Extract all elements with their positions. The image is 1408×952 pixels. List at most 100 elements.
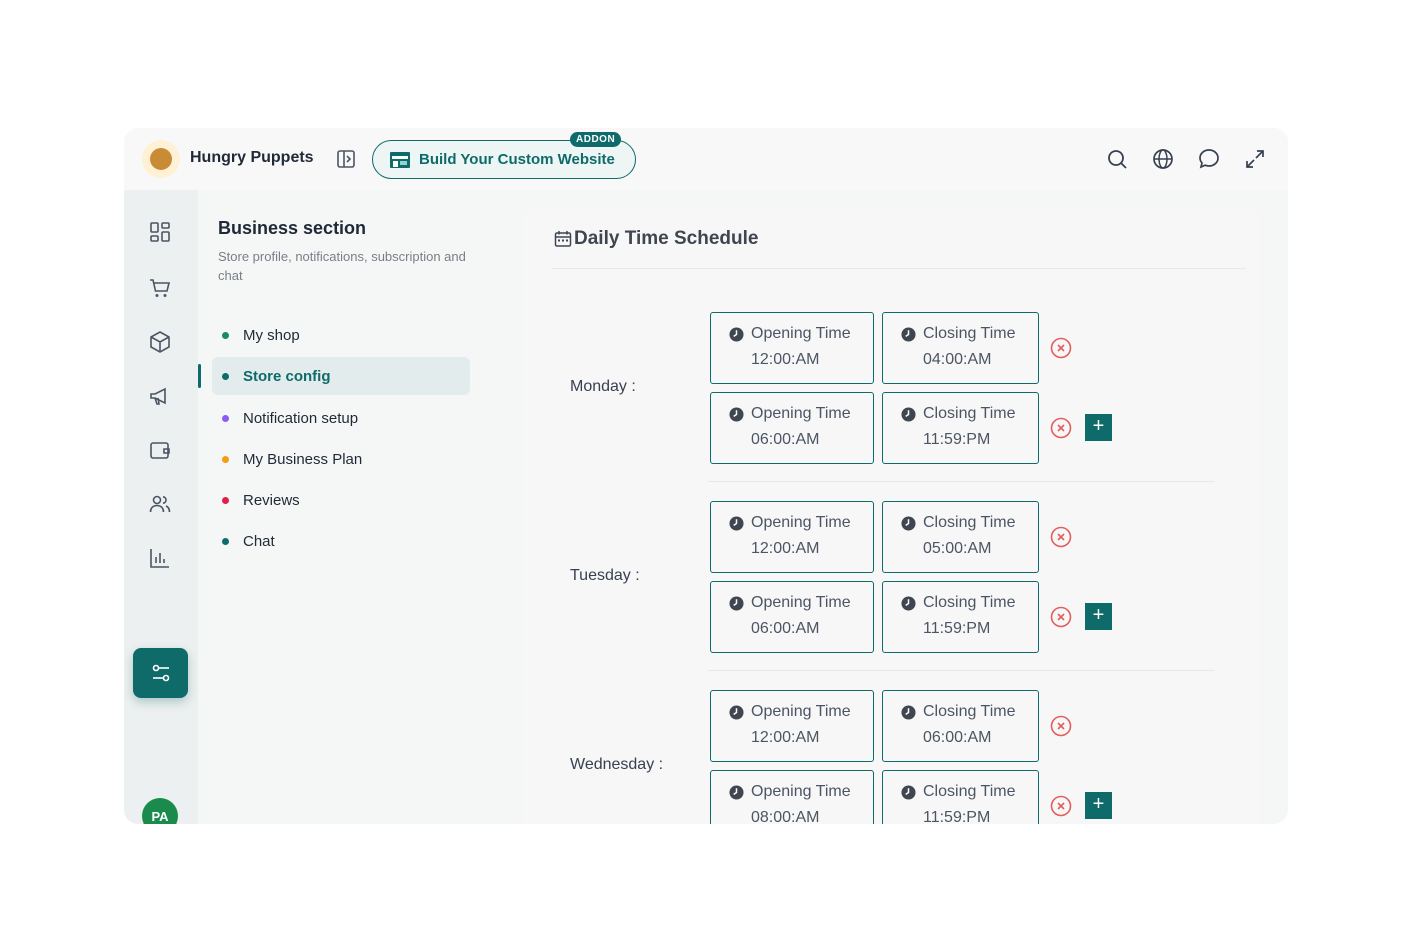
closing-time-picker[interactable]: Closing Time 05:00:AM: [882, 501, 1039, 573]
opening-time-label: Opening Time: [751, 783, 851, 800]
closing-time-label: Closing Time: [923, 514, 1016, 531]
opening-time-picker[interactable]: Opening Time 12:00:AM: [710, 690, 874, 762]
closing-time-value: 05:00:AM: [923, 540, 992, 557]
opening-time-picker[interactable]: Opening Time 08:00:AM: [710, 770, 874, 824]
day-divider: [708, 481, 1214, 482]
brand-name: Hungry Puppets: [190, 149, 314, 166]
day-label: Tuesday :: [570, 567, 640, 584]
storefront-icon: [390, 151, 410, 168]
closing-time-value: 11:59:PM: [923, 620, 991, 637]
opening-time-value: 12:00:AM: [751, 351, 820, 368]
closing-time-picker[interactable]: Closing Time 11:59:PM: [882, 581, 1039, 653]
clock-icon: [729, 704, 744, 720]
sidebar-toggle-icon[interactable]: [336, 149, 356, 169]
remove-slot-icon[interactable]: [1050, 606, 1072, 628]
users-icon[interactable]: [148, 492, 172, 516]
closing-time-value: 06:00:AM: [923, 729, 992, 746]
clock-icon: [729, 326, 744, 342]
clock-icon: [729, 406, 744, 422]
clock-icon: [729, 595, 744, 611]
day-label: Monday :: [570, 378, 636, 395]
menu-item-chat[interactable]: Chat: [212, 522, 470, 560]
opening-time-header: Opening Time: [729, 594, 851, 612]
clock-icon: [901, 326, 916, 342]
wallet-icon[interactable]: [148, 438, 172, 462]
search-icon[interactable]: [1106, 148, 1128, 170]
closing-time-header: Closing Time: [901, 405, 1015, 423]
app-window: Hungry Puppets Build Your Custom Website…: [124, 128, 1288, 824]
opening-time-value: 12:00:AM: [751, 540, 820, 557]
closing-time-picker[interactable]: Closing Time 04:00:AM: [882, 312, 1039, 384]
opening-time-label: Opening Time: [751, 325, 851, 342]
closing-time-header: Closing Time: [901, 325, 1015, 343]
chart-icon[interactable]: [148, 546, 172, 570]
closing-time-header: Closing Time: [901, 594, 1015, 612]
closing-time-label: Closing Time: [923, 325, 1016, 342]
opening-time-header: Opening Time: [729, 783, 851, 801]
clock-icon: [729, 784, 744, 800]
menu-item-label: Chat: [243, 532, 275, 550]
menu-item-business-plan[interactable]: My Business Plan: [212, 440, 470, 478]
opening-time-picker[interactable]: Opening Time 06:00:AM: [710, 581, 874, 653]
clock-icon: [901, 515, 916, 531]
menu-item-notification-setup[interactable]: Notification setup: [212, 399, 470, 437]
clock-icon: [729, 515, 744, 531]
cart-icon[interactable]: [148, 276, 172, 300]
opening-time-value: 06:00:AM: [751, 431, 820, 448]
add-slot-button[interactable]: +: [1085, 603, 1112, 630]
icon-sidebar: PA: [124, 190, 198, 824]
remove-slot-icon[interactable]: [1050, 715, 1072, 737]
opening-time-label: Opening Time: [751, 514, 851, 531]
menu-item-reviews[interactable]: Reviews: [212, 481, 470, 519]
clock-icon: [901, 704, 916, 720]
active-indicator: [198, 364, 201, 388]
menu-title: Business section: [218, 218, 367, 238]
settings-sliders-button[interactable]: [133, 648, 188, 698]
closing-time-value: 11:59:PM: [923, 809, 991, 824]
opening-time-header: Opening Time: [729, 405, 851, 423]
closing-time-picker[interactable]: Closing Time 11:59:PM: [882, 770, 1039, 824]
user-avatar[interactable]: PA: [142, 798, 178, 824]
business-section-menu: Business section Store profile, notifica…: [198, 190, 484, 824]
menu-item-label: Store config: [243, 367, 331, 385]
opening-time-header: Opening Time: [729, 325, 851, 343]
top-header: Hungry Puppets Build Your Custom Website…: [124, 128, 1288, 190]
closing-time-picker[interactable]: Closing Time 06:00:AM: [882, 690, 1039, 762]
add-slot-button[interactable]: +: [1085, 792, 1112, 819]
menu-item-store-config[interactable]: Store config: [212, 357, 470, 395]
megaphone-icon[interactable]: [148, 384, 172, 408]
opening-time-picker[interactable]: Opening Time 12:00:AM: [710, 501, 874, 573]
closing-time-value: 04:00:AM: [923, 351, 992, 368]
add-slot-button[interactable]: +: [1085, 414, 1112, 441]
remove-slot-icon[interactable]: [1050, 417, 1072, 439]
status-dot: [222, 372, 229, 380]
box-icon[interactable]: [148, 330, 172, 354]
closing-time-label: Closing Time: [923, 405, 1016, 422]
closing-time-picker[interactable]: Closing Time 11:59:PM: [882, 392, 1039, 464]
remove-slot-icon[interactable]: [1050, 795, 1072, 817]
build-website-label: Build Your Custom Website: [419, 151, 615, 168]
opening-time-picker[interactable]: Opening Time 06:00:AM: [710, 392, 874, 464]
status-dot: [222, 537, 229, 545]
status-dot: [222, 331, 229, 339]
remove-slot-icon[interactable]: [1050, 526, 1072, 548]
globe-icon[interactable]: [1152, 148, 1174, 170]
opening-time-value: 12:00:AM: [751, 729, 820, 746]
card-title: Daily Time Schedule: [554, 228, 758, 250]
closing-time-label: Closing Time: [923, 594, 1016, 611]
chat-bubble-icon[interactable]: [1198, 148, 1220, 170]
opening-time-picker[interactable]: Opening Time 12:00:AM: [710, 312, 874, 384]
opening-time-label: Opening Time: [751, 405, 851, 422]
expand-icon[interactable]: [1244, 148, 1266, 170]
remove-slot-icon[interactable]: [1050, 337, 1072, 359]
menu-item-label: My shop: [243, 326, 300, 344]
menu-item-my-shop[interactable]: My shop: [212, 316, 470, 354]
clock-icon: [901, 595, 916, 611]
clock-icon: [901, 784, 916, 800]
dashboard-icon[interactable]: [148, 220, 172, 244]
opening-time-label: Opening Time: [751, 703, 851, 720]
day-label: Wednesday :: [570, 756, 664, 773]
menu-item-label: Reviews: [243, 491, 300, 509]
opening-time-header: Opening Time: [729, 703, 851, 721]
card-title-text: Daily Time Schedule: [574, 228, 759, 249]
